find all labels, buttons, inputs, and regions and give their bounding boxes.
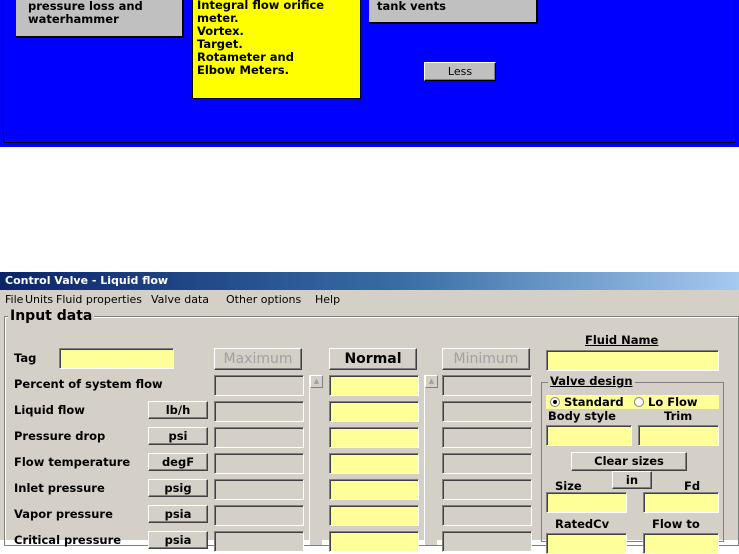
radio-standard[interactable]: Standard: [550, 395, 624, 409]
row-label-flow-temperature: Flow temperature: [14, 455, 131, 469]
minimum-field[interactable]: [442, 401, 532, 422]
maximum-field[interactable]: [214, 453, 304, 474]
menu-fluid-properties[interactable]: Fluid properties: [56, 291, 142, 309]
unit-button-inlet-pressure[interactable]: psig: [148, 479, 208, 497]
radio-standard-label: Standard: [564, 395, 624, 409]
card-line: waterhammer: [28, 12, 119, 26]
flow-to-label: Flow to: [652, 517, 700, 531]
menu-file[interactable]: File: [5, 291, 23, 309]
valve-design-options: Standard Lo Flow: [546, 395, 719, 409]
trim-input[interactable]: [638, 425, 719, 446]
maximum-button[interactable]: Maximum: [214, 348, 302, 370]
flow-to-input[interactable]: [643, 533, 719, 554]
normal-field[interactable]: [329, 401, 419, 422]
menu-help[interactable]: Help: [315, 291, 340, 309]
tag-input[interactable]: [59, 348, 174, 369]
menu-units[interactable]: Units: [25, 291, 53, 309]
card-flow-meters[interactable]: Integral flow orifice meter. Vortex. Tar…: [192, 0, 361, 99]
radio-lo-flow[interactable]: Lo Flow: [634, 395, 698, 409]
fd-label: Fd: [684, 479, 701, 493]
blue-info-panel: pressure loss and waterhammer Integral f…: [0, 0, 739, 147]
maximum-field[interactable]: [214, 531, 304, 552]
body-style-label: Body style: [548, 409, 616, 423]
maximum-scrollbar[interactable]: ▲: [309, 375, 323, 545]
card-line: Elbow Meters.: [197, 63, 289, 77]
rated-cv-input[interactable]: [546, 533, 627, 554]
maximum-field[interactable]: [214, 479, 304, 500]
rated-cv-label: RatedCv: [555, 517, 610, 531]
size-input[interactable]: [546, 492, 627, 513]
normal-field[interactable]: [329, 479, 419, 500]
unit-button-flow-temperature[interactable]: degF: [148, 453, 208, 471]
maximum-field[interactable]: [214, 375, 304, 396]
minimum-field[interactable]: [442, 427, 532, 448]
minimum-field[interactable]: [442, 453, 532, 474]
minimum-field[interactable]: [442, 505, 532, 526]
menu-valve-data[interactable]: Valve data: [151, 291, 209, 309]
clear-sizes-button[interactable]: Clear sizes: [571, 452, 687, 471]
maximum-field[interactable]: [214, 427, 304, 448]
scroll-up-arrow-icon[interactable]: ▲: [425, 375, 438, 388]
card-pressure-loss[interactable]: pressure loss and waterhammer: [16, 0, 184, 38]
window-title: Control Valve - Liquid flow: [0, 272, 739, 290]
fluid-name-label: Fluid Name: [585, 333, 659, 347]
row-label-pressure-drop: Pressure drop: [14, 429, 106, 443]
unit-button-vapor-pressure[interactable]: psia: [148, 505, 208, 523]
input-data-title: Input data: [8, 308, 95, 324]
size-unit-button[interactable]: in: [612, 471, 652, 489]
control-valve-window: Control Valve - Liquid flow File Units F…: [0, 272, 739, 554]
minimum-field[interactable]: [442, 375, 532, 396]
minimum-button[interactable]: Minimum: [442, 348, 530, 370]
menu-other-options[interactable]: Other options: [226, 291, 301, 309]
minimum-field[interactable]: [442, 479, 532, 500]
normal-button[interactable]: Normal: [329, 348, 417, 370]
menu-bar: File Units Fluid properties Valve data O…: [0, 291, 739, 309]
card-tank-vents[interactable]: tank vents: [369, 0, 538, 24]
tag-label: Tag: [14, 351, 37, 365]
fd-input[interactable]: [643, 492, 719, 513]
radio-unselected-icon[interactable]: [634, 397, 644, 407]
trim-label: Trim: [664, 409, 693, 423]
normal-field[interactable]: [329, 505, 419, 526]
normal-field[interactable]: [329, 531, 419, 552]
unit-button-pressure-drop[interactable]: psi: [148, 427, 208, 445]
valve-design-title: Valve design: [548, 374, 635, 388]
unit-button-liquid-flow[interactable]: lb/h: [148, 401, 208, 419]
normal-field[interactable]: [329, 453, 419, 474]
row-label-inlet-pressure: Inlet pressure: [14, 481, 105, 495]
body-style-input[interactable]: [546, 425, 632, 446]
card-line: tank vents: [377, 0, 446, 13]
radio-selected-icon[interactable]: [550, 397, 560, 407]
maximum-field[interactable]: [214, 505, 304, 526]
normal-field[interactable]: [329, 427, 419, 448]
unit-button-critical-pressure[interactable]: psia: [148, 531, 208, 549]
normal-field[interactable]: [329, 375, 419, 396]
row-label-liquid-flow: Liquid flow: [14, 403, 85, 417]
row-label-percent-flow: Percent of system flow: [14, 377, 163, 391]
less-button[interactable]: Less: [424, 62, 496, 81]
row-label-vapor-pressure: Vapor pressure: [14, 507, 113, 521]
size-label: Size: [555, 479, 582, 493]
normal-scrollbar[interactable]: ▲: [424, 375, 438, 545]
fluid-name-input[interactable]: [546, 350, 719, 371]
row-label-critical-pressure: Critical pressure: [14, 533, 122, 547]
radio-lo-flow-label: Lo Flow: [648, 395, 698, 409]
maximum-field[interactable]: [214, 401, 304, 422]
scroll-up-arrow-icon[interactable]: ▲: [310, 375, 323, 388]
minimum-field[interactable]: [442, 531, 532, 552]
